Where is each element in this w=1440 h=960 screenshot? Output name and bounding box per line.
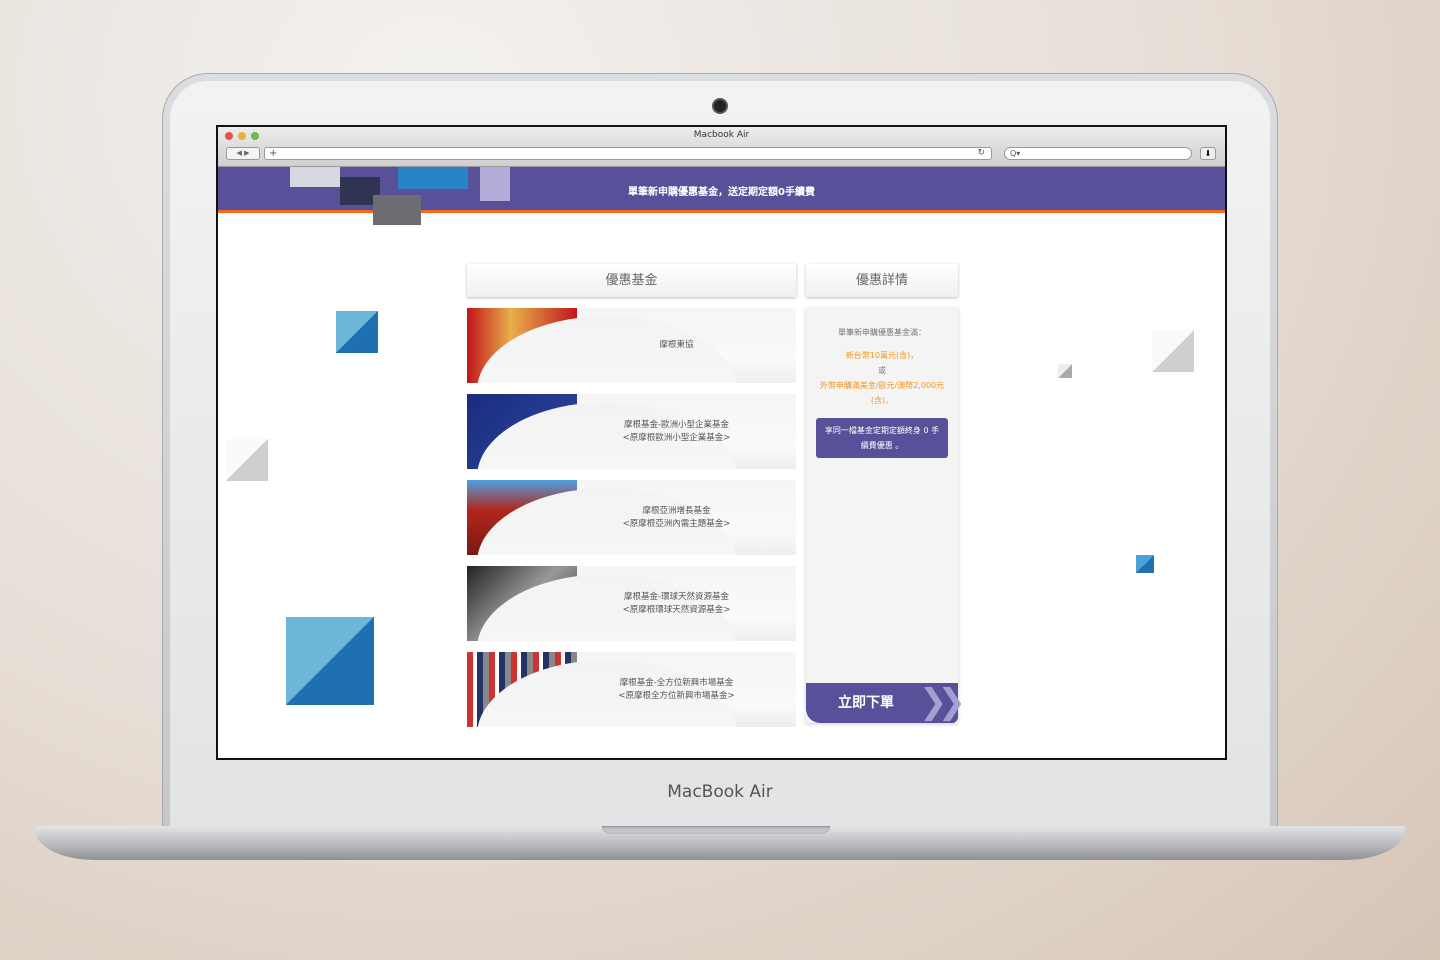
downloads-icon[interactable]: ⬇	[1200, 147, 1216, 160]
camera	[714, 100, 726, 112]
fund-card[interactable]: 摩根基金-歐洲小型企業基金 <原摩根歐洲小型企業基金>	[467, 394, 796, 469]
or-text: 或	[878, 366, 886, 375]
fund-former-name: <原摩根歐洲小型企業基金>	[622, 432, 731, 443]
chevron-right-icon: ❯❯	[919, 682, 966, 722]
cube-decoration	[336, 311, 378, 353]
laptop-notch	[602, 826, 830, 834]
screen: Macbook Air ◀ ▶ + ↻ Q▾ ⬇ 單筆新申購優惠基金，送定期定額0…	[216, 125, 1227, 760]
fund-name: 摩根基金-全方位新興市場基金	[619, 677, 734, 688]
fund-name: 摩根基金-歐洲小型企業基金	[623, 419, 730, 430]
details-intro: 單筆新申購優惠基金滿：	[838, 328, 926, 337]
back-forward-buttons[interactable]: ◀ ▶	[226, 147, 260, 160]
cube-decoration	[286, 617, 374, 705]
window-title: Macbook Air	[693, 130, 750, 140]
new-tab-icon[interactable]: +	[269, 148, 277, 159]
cube-decoration	[373, 195, 421, 225]
fund-name: 摩根基金-環球天然資源基金	[623, 591, 730, 602]
fund-name: 摩根亞洲增長基金	[642, 505, 711, 516]
order-now-button[interactable]: 立即下單 ❯❯	[806, 682, 966, 723]
fund-card[interactable]: 摩根基金-環球天然資源基金 <原摩根環球天然資源基金>	[467, 566, 796, 641]
fund-former-name: <原摩根全方位新興市場基金>	[618, 690, 735, 701]
fund-former-name: <原摩根環球天然資源基金>	[622, 604, 731, 615]
device-label: MacBook Air	[667, 782, 773, 802]
cube-decoration	[226, 439, 268, 481]
tab-funds[interactable]: 優惠基金	[467, 264, 796, 297]
details-panel: 單筆新申購優惠基金滿： 新台幣10萬元(含)， 或 外幣申購滿美金/歐元/澳幣2…	[806, 308, 958, 723]
fund-name: 摩根東協	[659, 340, 694, 350]
browser-chrome: Macbook Air ◀ ▶ + ↻ Q▾ ⬇	[218, 127, 1225, 167]
search-input[interactable]: Q▾	[1004, 147, 1192, 160]
fund-card[interactable]: 摩根東協	[467, 308, 796, 383]
promo-banner: 單筆新申購優惠基金，送定期定額0手續費	[218, 167, 1225, 225]
cube-decoration	[1136, 555, 1154, 573]
reload-icon[interactable]: ↻	[977, 148, 985, 159]
condition-twd: 新台幣10萬元(含)，	[845, 351, 919, 360]
benefit-box: 享同一檔基金定期定額終身 0 手續費優惠 。	[816, 418, 948, 458]
address-bar[interactable]: + ↻	[264, 147, 992, 160]
tab-details[interactable]: 優惠詳情	[806, 264, 958, 297]
banner-title: 單筆新申購優惠基金，送定期定額0手續費	[628, 187, 815, 198]
fund-card[interactable]: 摩根基金-全方位新興市場基金 <原摩根全方位新興市場基金>	[467, 652, 796, 727]
browser-viewport: Macbook Air ◀ ▶ + ↻ Q▾ ⬇ 單筆新申購優惠基金，送定期定額0…	[218, 127, 1225, 758]
order-label: 立即下單	[838, 695, 894, 711]
cube-decoration	[1058, 364, 1072, 378]
cube-decoration	[1152, 330, 1194, 372]
fund-former-name: <原摩根亞洲內需主題基金>	[622, 518, 731, 529]
fund-card[interactable]: 摩根亞洲增長基金 <原摩根亞洲內需主題基金>	[467, 480, 796, 555]
condition-foreign: 外幣申購滿美金/歐元/澳幣2,000元(含)，	[819, 381, 945, 405]
